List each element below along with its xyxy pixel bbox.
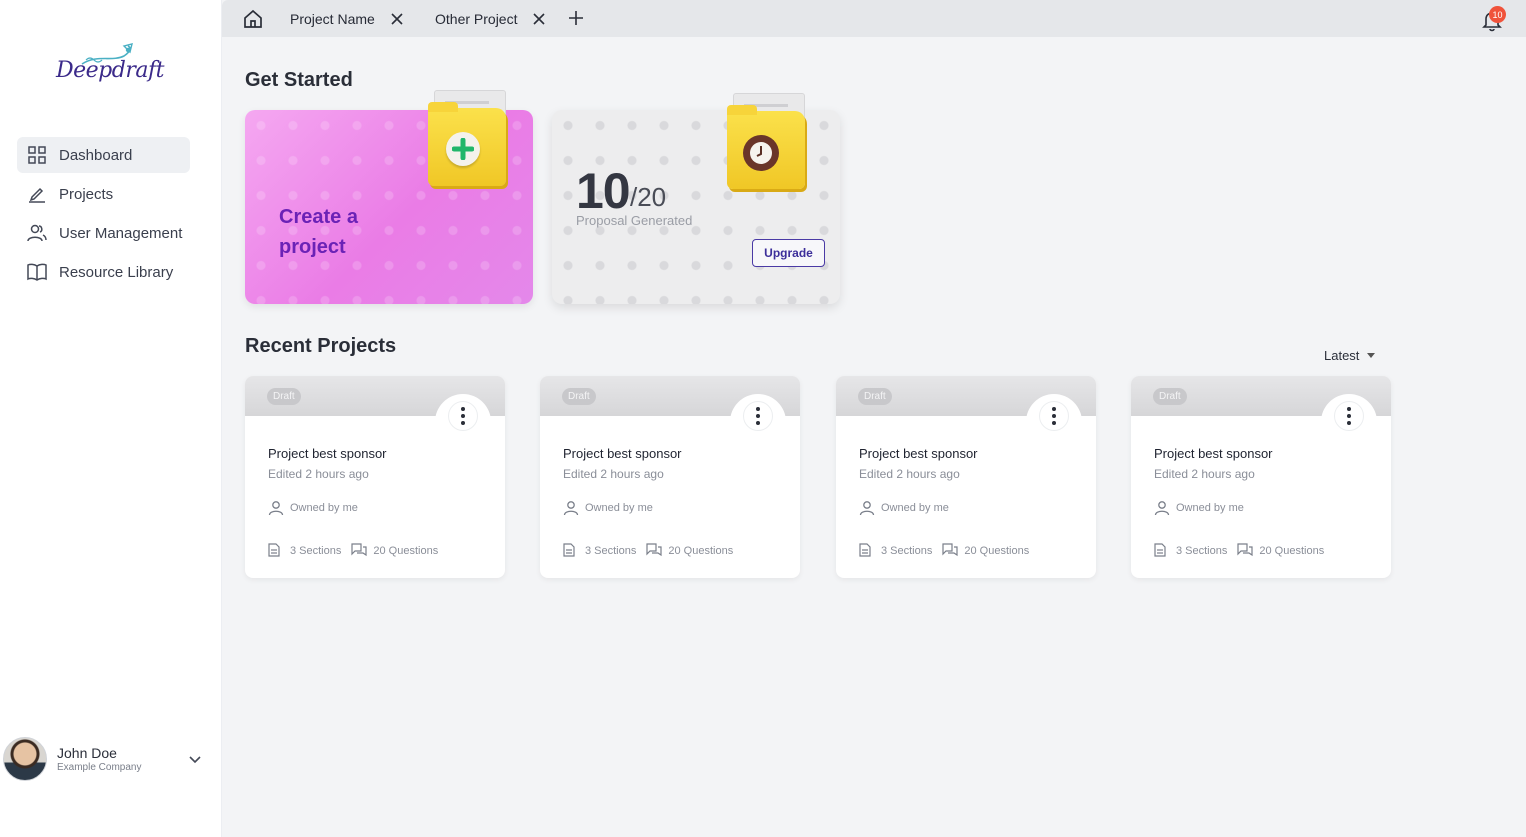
sidebar-item-resource-library[interactable]: Resource Library bbox=[17, 254, 190, 290]
owner-label: Owned by me bbox=[290, 502, 358, 514]
chat-icon bbox=[942, 543, 958, 559]
project-title: Project best sponsor bbox=[1154, 446, 1273, 461]
project-card[interactable]: Draft Project best sponsor Edited 2 hour… bbox=[1131, 376, 1391, 578]
project-card[interactable]: Draft Project best sponsor Edited 2 hour… bbox=[540, 376, 800, 578]
more-options-icon[interactable] bbox=[448, 401, 478, 431]
project-edited: Edited 2 hours ago bbox=[563, 467, 664, 481]
status-badge: Draft bbox=[1153, 388, 1187, 405]
clock-icon bbox=[743, 135, 779, 171]
user-icon bbox=[268, 500, 284, 516]
sidebar-item-label: User Management bbox=[59, 224, 183, 242]
project-owner: Owned by me bbox=[563, 500, 653, 516]
usage-count: 10 bbox=[576, 163, 631, 219]
owner-label: Owned by me bbox=[1176, 502, 1244, 514]
project-owner: Owned by me bbox=[1154, 500, 1244, 516]
folder-clock-icon bbox=[727, 93, 811, 191]
grid-icon bbox=[27, 145, 47, 165]
owner-label: Owned by me bbox=[881, 502, 949, 514]
project-card[interactable]: Draft Project best sponsor Edited 2 hour… bbox=[245, 376, 505, 578]
status-badge: Draft bbox=[858, 388, 892, 405]
sidebar-item-label: Dashboard bbox=[59, 146, 133, 164]
user-icon bbox=[859, 500, 875, 516]
chat-icon bbox=[351, 543, 367, 559]
book-icon bbox=[27, 262, 47, 282]
sidebar-nav: Dashboard Projects User Management Resou… bbox=[17, 137, 190, 293]
sidebar-item-projects[interactable]: Projects bbox=[17, 176, 190, 212]
home-icon[interactable] bbox=[242, 8, 264, 30]
more-options-icon[interactable] bbox=[743, 401, 773, 431]
chat-icon bbox=[1237, 543, 1253, 559]
avatar bbox=[3, 737, 47, 781]
document-icon bbox=[859, 543, 875, 559]
chat-icon bbox=[646, 543, 662, 559]
project-edited: Edited 2 hours ago bbox=[1154, 467, 1255, 481]
user-icon bbox=[563, 500, 579, 516]
deepdraft-logo[interactable]: Deepdraft bbox=[52, 40, 164, 95]
sort-dropdown[interactable]: Latest bbox=[1324, 348, 1376, 363]
usage-total: /20 bbox=[630, 182, 667, 212]
project-title: Project best sponsor bbox=[563, 446, 682, 461]
project-owner: Owned by me bbox=[859, 500, 949, 516]
recent-projects-title: Recent Projects bbox=[245, 335, 397, 357]
project-card[interactable]: Draft Project best sponsor Edited 2 hour… bbox=[836, 376, 1096, 578]
project-meta: 3 Sections 20 Questions bbox=[859, 543, 1029, 559]
user-profile[interactable]: John Doe Example Company bbox=[3, 736, 213, 782]
project-owner: Owned by me bbox=[268, 500, 358, 516]
sidebar-item-label: Resource Library bbox=[59, 263, 174, 281]
sort-label: Latest bbox=[1324, 348, 1360, 363]
status-badge: Draft bbox=[562, 388, 596, 405]
document-icon bbox=[563, 543, 579, 559]
project-meta: 3 Sections 20 Questions bbox=[268, 543, 438, 559]
questions-count: 20 Questions bbox=[1259, 545, 1325, 557]
caret-down-icon bbox=[1367, 353, 1376, 358]
questions-count: 20 Questions bbox=[964, 545, 1030, 557]
add-tab-icon[interactable] bbox=[568, 10, 584, 26]
project-edited: Edited 2 hours ago bbox=[268, 467, 369, 481]
sidebar: Deepdraft Dashboard Projects User Manage… bbox=[0, 0, 222, 837]
sidebar-item-user-management[interactable]: User Management bbox=[17, 215, 190, 251]
tab-bar: Project Name Other Project 10 bbox=[222, 0, 1526, 37]
get-started-title: Get Started bbox=[245, 69, 353, 91]
close-icon[interactable] bbox=[532, 12, 546, 26]
document-icon bbox=[268, 543, 284, 559]
project-meta: 3 Sections 20 Questions bbox=[563, 543, 733, 559]
project-title: Project best sponsor bbox=[859, 446, 978, 461]
sections-count: 3 Sections bbox=[1176, 545, 1228, 557]
upgrade-button[interactable]: Upgrade bbox=[752, 239, 825, 267]
questions-count: 20 Questions bbox=[668, 545, 734, 557]
project-title: Project best sponsor bbox=[268, 446, 387, 461]
folder-add-icon bbox=[428, 90, 512, 188]
tab-project-name[interactable]: Project Name bbox=[290, 0, 404, 37]
close-icon[interactable] bbox=[390, 12, 404, 26]
users-icon bbox=[27, 223, 47, 243]
plus-icon bbox=[446, 132, 480, 166]
sections-count: 3 Sections bbox=[881, 545, 933, 557]
tab-label: Other Project bbox=[435, 10, 518, 27]
sidebar-item-dashboard[interactable]: Dashboard bbox=[17, 137, 190, 173]
user-icon bbox=[1154, 500, 1170, 516]
sidebar-item-label: Projects bbox=[59, 185, 114, 203]
logo-text: Deepdraft bbox=[56, 58, 164, 83]
create-project-label: Create a project bbox=[279, 206, 358, 258]
tab-label: Project Name bbox=[290, 10, 375, 27]
owner-label: Owned by me bbox=[585, 502, 653, 514]
project-edited: Edited 2 hours ago bbox=[859, 467, 960, 481]
pen-icon bbox=[27, 184, 47, 204]
usage-label: Proposal Generated bbox=[576, 213, 693, 228]
notification-badge: 10 bbox=[1489, 6, 1506, 23]
more-options-icon[interactable] bbox=[1334, 401, 1364, 431]
document-icon bbox=[1154, 543, 1170, 559]
questions-count: 20 Questions bbox=[373, 545, 439, 557]
more-options-icon[interactable] bbox=[1039, 401, 1069, 431]
tab-other-project[interactable]: Other Project bbox=[435, 0, 546, 37]
status-badge: Draft bbox=[267, 388, 301, 405]
sections-count: 3 Sections bbox=[290, 545, 342, 557]
chevron-down-icon[interactable] bbox=[187, 751, 203, 767]
sections-count: 3 Sections bbox=[585, 545, 637, 557]
project-meta: 3 Sections 20 Questions bbox=[1154, 543, 1324, 559]
